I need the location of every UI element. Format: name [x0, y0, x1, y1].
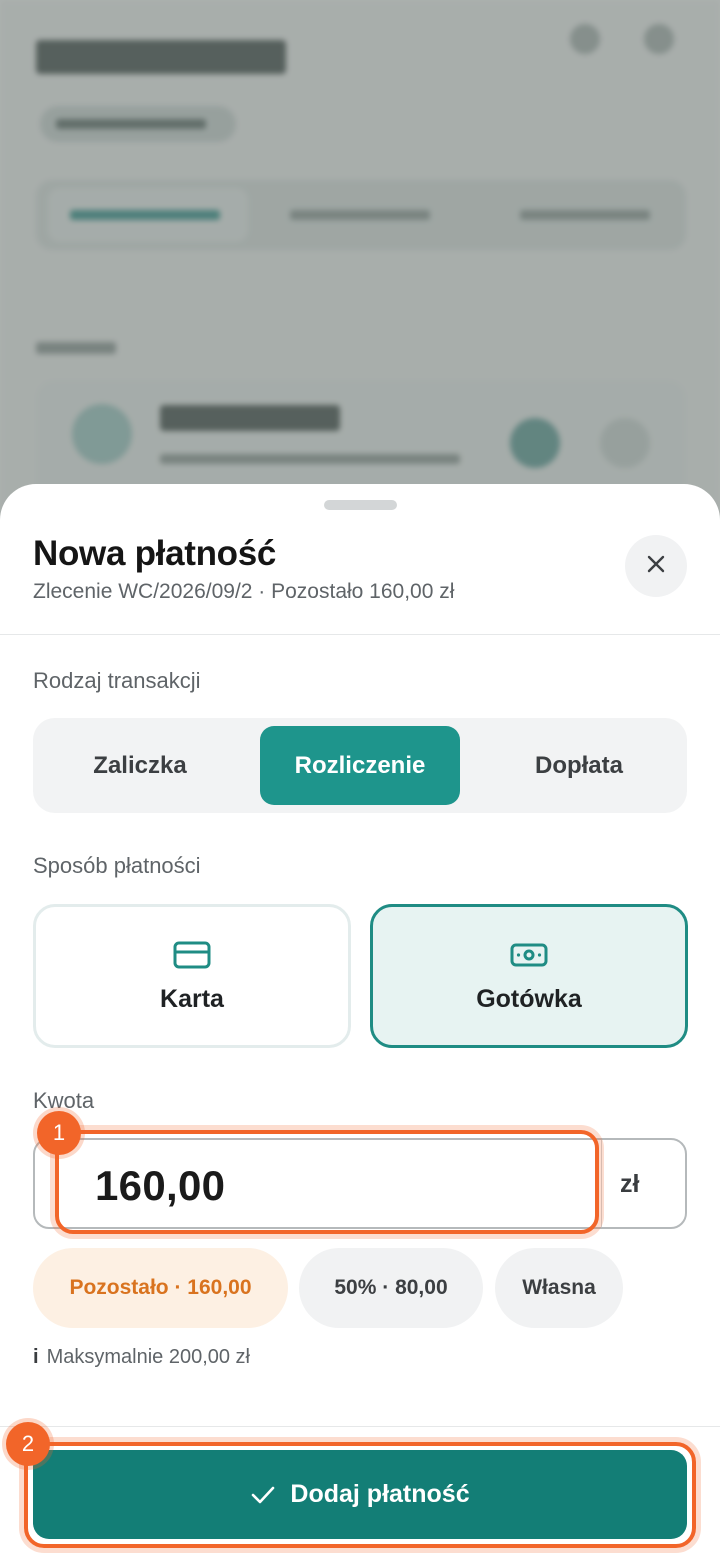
payment-bottom-sheet: Nowa płatność Zlecenie WC/2026/09/2 · Po…: [0, 484, 720, 1561]
transaction-type-option-zaliczka[interactable]: Zaliczka: [41, 726, 239, 805]
payment-method-card[interactable]: Karta: [33, 904, 351, 1048]
modal-scrim[interactable]: [0, 0, 720, 560]
amount-chip-half[interactable]: 50% · 80,00: [299, 1248, 483, 1328]
payment-method-card-label: Karta: [160, 984, 224, 1013]
payment-method-cash-label: Gotówka: [476, 984, 582, 1013]
transaction-type-option-rozliczenie[interactable]: Rozliczenie: [260, 726, 460, 805]
sheet-title: Nowa płatność: [33, 534, 277, 573]
add-payment-button[interactable]: Dodaj płatność: [33, 1450, 687, 1539]
amount-unit-separator: [601, 1140, 602, 1227]
amount-input[interactable]: 160,00 zł: [33, 1138, 687, 1229]
credit-card-icon: [172, 939, 212, 971]
sheet-drag-handle[interactable]: [324, 500, 397, 510]
sheet-subtitle: Zlecenie WC/2026/09/2 · Pozostało 160,00…: [33, 580, 455, 603]
close-icon: [645, 553, 667, 580]
amount-value[interactable]: 160,00: [95, 1162, 225, 1210]
cash-icon: [509, 939, 549, 971]
amount-max-hint-text: Maksymalnie 200,00 zł: [46, 1346, 250, 1368]
payment-method-label: Sposób płatności: [33, 853, 201, 878]
add-payment-button-label: Dodaj płatność: [290, 1480, 470, 1508]
amount-chip-custom[interactable]: Własna: [495, 1248, 623, 1328]
amount-chip-remaining[interactable]: Pozostało · 160,00: [33, 1248, 288, 1328]
transaction-type-option-doplata[interactable]: Dopłata: [479, 726, 679, 805]
amount-label: Kwota: [33, 1088, 95, 1113]
annotation-badge-2: 2: [6, 1422, 50, 1466]
check-icon: [250, 1484, 276, 1506]
transaction-type-label: Rodzaj transakcji: [33, 668, 201, 693]
transaction-type-segmented-control: Zaliczka Rozliczenie Dopłata: [33, 718, 687, 813]
annotation-badge-1: 1: [37, 1111, 81, 1155]
amount-currency-unit: zł: [620, 1170, 640, 1198]
footer-divider: [0, 1426, 720, 1427]
close-button[interactable]: [625, 535, 687, 597]
amount-max-hint: i Maksymalnie 200,00 zł: [33, 1346, 250, 1369]
payment-method-cash[interactable]: Gotówka: [370, 904, 688, 1048]
header-divider: [0, 634, 720, 635]
info-icon: i: [33, 1346, 39, 1368]
